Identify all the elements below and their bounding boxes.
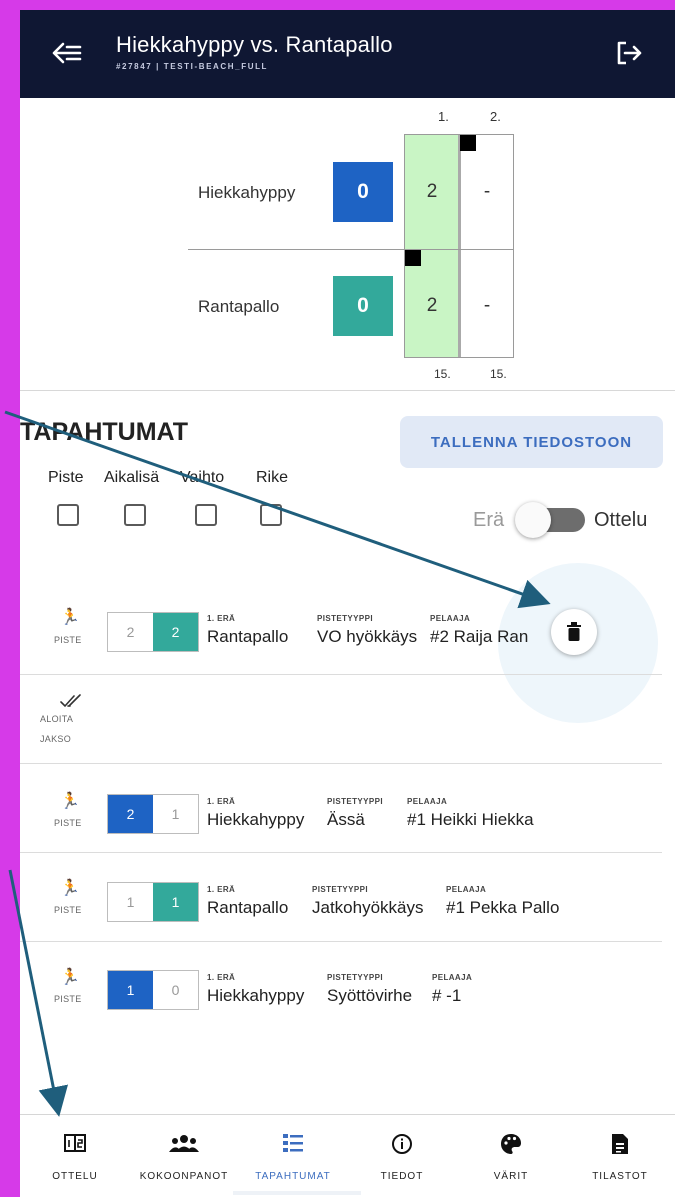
arrow-to-delete xyxy=(4,410,551,609)
annotation-arrows xyxy=(4,410,551,1117)
arrow-to-nav xyxy=(8,869,69,1117)
